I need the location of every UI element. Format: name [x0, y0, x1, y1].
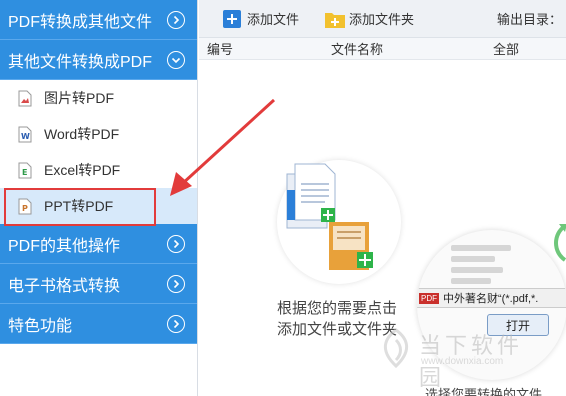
toolbar: 添加文件 添加文件夹 输出目录： — [199, 0, 566, 38]
category-pdf-to-other[interactable]: PDF转换成其他文件 — [0, 0, 197, 40]
svg-text:E: E — [22, 168, 27, 177]
word-file-icon: W — [18, 126, 32, 143]
category-label: PDF的其他操作 — [8, 237, 121, 255]
category-ebook-convert[interactable]: 电子书格式转换 — [0, 264, 197, 304]
sidebar-item-image-to-pdf[interactable]: 图片转PDF — [0, 80, 197, 116]
svg-text:W: W — [21, 132, 30, 141]
plus-icon — [223, 9, 241, 28]
sidebar-item-label: Excel转PDF — [44, 162, 121, 178]
chevron-right-icon — [167, 275, 185, 293]
add-file-label: 添加文件 — [247, 12, 300, 27]
sidebar-item-excel-to-pdf[interactable]: E Excel转PDF — [0, 152, 197, 188]
watermark-logo-icon — [384, 328, 408, 368]
file-name-text: 中外著名财“(*.pdf,*. — [443, 293, 539, 305]
category-pdf-other-ops[interactable]: PDF的其他操作 — [0, 224, 197, 264]
chevron-right-icon — [167, 11, 185, 29]
add-folder-button[interactable]: 添加文件夹 — [325, 9, 414, 28]
category-label: 电子书格式转换 — [8, 277, 121, 295]
add-folder-label: 添加文件夹 — [349, 12, 415, 27]
file-name-field: PDF 中外著名财“(*.pdf,*. — [417, 288, 566, 308]
chevron-right-icon — [167, 235, 185, 253]
pdf-badge: PDF — [419, 292, 439, 304]
sidebar-item-word-to-pdf[interactable]: W Word转PDF — [0, 116, 197, 152]
category-label: 特色功能 — [8, 317, 73, 335]
excel-file-icon: E — [18, 162, 32, 179]
category-special-features[interactable]: 特色功能 — [0, 304, 197, 344]
hint-line-1: 根据您的需要点击 — [276, 300, 397, 317]
image-file-icon — [18, 90, 32, 107]
output-dir-label: 输出目录： — [496, 12, 562, 27]
column-number: 编号 — [207, 42, 234, 57]
chevron-right-icon — [167, 315, 185, 333]
watermark-url: www.downxia.com — [421, 356, 504, 367]
file-list-preview — [451, 240, 511, 289]
table-header: 编号 文件名称 全部 — [199, 38, 566, 60]
chevron-down-icon — [167, 51, 185, 69]
folder-plus-icon — [325, 10, 346, 28]
watermark: 当下软件园 www.downxia.com — [377, 326, 547, 390]
green-arrow-icon — [554, 224, 566, 262]
category-label: PDF转换成其他文件 — [8, 13, 153, 31]
highlight-box — [4, 188, 156, 226]
documents-icon — [286, 163, 373, 270]
column-all[interactable]: 全部 — [493, 39, 566, 58]
sidebar-item-label: 图片转PDF — [44, 90, 114, 106]
main-panel: 添加文件 添加文件夹 输出目录： 编号 文件名称 全部 根据您的需要点击 添加文… — [199, 0, 566, 396]
category-other-to-pdf[interactable]: 其他文件转换成PDF — [0, 40, 197, 80]
add-files-illustration — [277, 160, 401, 284]
category-label: 其他文件转换成PDF — [8, 53, 153, 71]
column-filename: 文件名称 — [331, 42, 384, 57]
add-file-button[interactable]: 添加文件 — [223, 9, 299, 28]
sidebar-item-label: Word转PDF — [44, 126, 120, 142]
